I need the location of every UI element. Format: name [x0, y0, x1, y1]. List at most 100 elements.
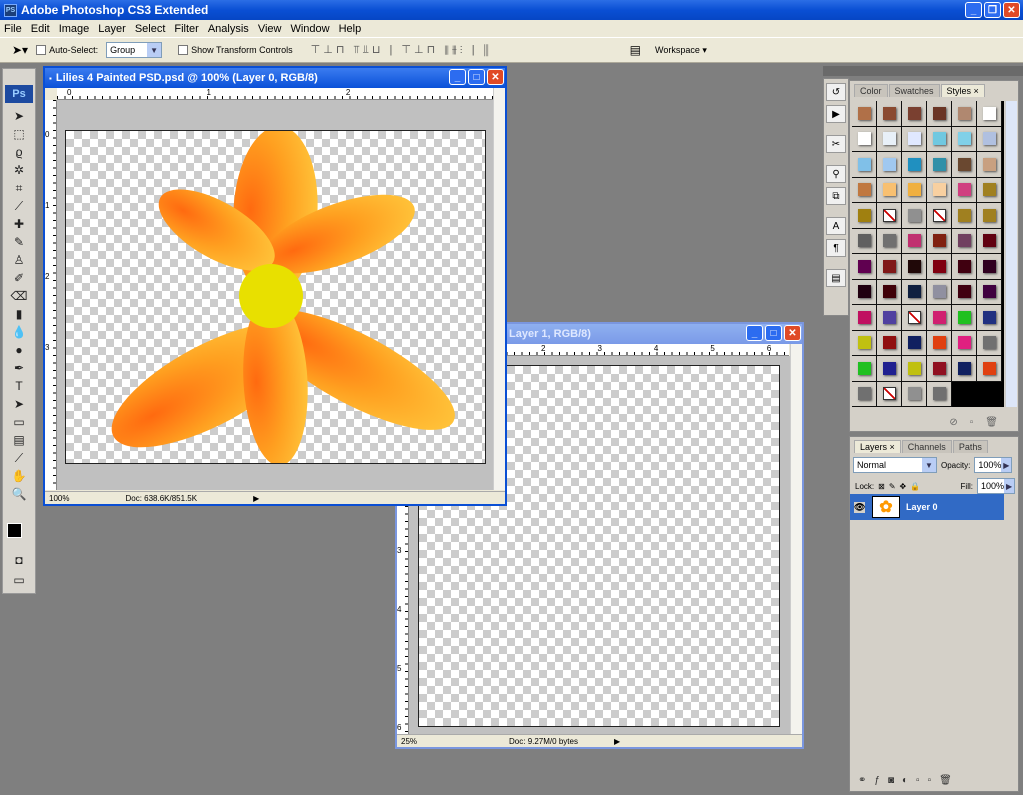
- style-swatch[interactable]: [952, 203, 977, 229]
- maximize-button[interactable]: □: [468, 69, 485, 85]
- style-swatch[interactable]: [977, 101, 1002, 127]
- style-swatch[interactable]: [927, 279, 952, 305]
- dodge-tool-icon[interactable]: ●: [4, 341, 34, 359]
- pen-tool-icon[interactable]: ✒: [4, 359, 34, 377]
- vertical-scrollbar[interactable]: [790, 344, 802, 736]
- styles-scrollbar[interactable]: [1005, 101, 1017, 407]
- zoom-tool-icon[interactable]: 🔍: [4, 485, 34, 503]
- style-swatch[interactable]: [852, 101, 877, 127]
- minimize-button[interactable]: _: [746, 325, 763, 341]
- zoom-level[interactable]: 25%: [401, 737, 417, 746]
- style-swatch[interactable]: [952, 101, 977, 127]
- minimize-button[interactable]: _: [965, 2, 982, 18]
- menu-help[interactable]: Help: [339, 23, 362, 35]
- vertical-ruler[interactable]: 0123: [45, 100, 57, 490]
- style-swatch[interactable]: [977, 203, 1002, 229]
- style-swatch[interactable]: [877, 101, 902, 127]
- style-swatch[interactable]: [877, 305, 902, 331]
- style-swatch[interactable]: [977, 152, 1002, 178]
- lock-transparency-icon[interactable]: ⊠: [878, 482, 885, 491]
- tab-paths[interactable]: Paths: [952, 440, 988, 453]
- align-icons[interactable]: ⊤⊥⊓ ⫪⫫⊔ | ⊤⊥⊓ ⫴⫵⫶ | ⫼: [311, 43, 492, 57]
- menu-layer[interactable]: Layer: [98, 23, 126, 35]
- style-swatch[interactable]: [852, 126, 877, 152]
- style-swatch[interactable]: [977, 126, 1002, 152]
- style-swatch[interactable]: [952, 177, 977, 203]
- marquee-tool-icon[interactable]: ⬚: [4, 125, 34, 143]
- style-swatch[interactable]: [952, 305, 977, 331]
- style-swatch[interactable]: [852, 356, 877, 382]
- style-swatch[interactable]: [877, 203, 902, 229]
- style-swatch[interactable]: [927, 330, 952, 356]
- style-swatch[interactable]: [902, 254, 927, 280]
- close-button[interactable]: ✕: [487, 69, 504, 85]
- opacity-input[interactable]: 100% ▶: [974, 457, 1013, 473]
- style-swatch[interactable]: [977, 254, 1002, 280]
- gradient-tool-icon[interactable]: ▮: [4, 305, 34, 323]
- style-swatch[interactable]: [927, 228, 952, 254]
- document-window-1[interactable]: ▪ Lilies 4 Painted PSD.psd @ 100% (Layer …: [43, 66, 507, 506]
- style-swatch[interactable]: [877, 356, 902, 382]
- slice-tool-icon[interactable]: ⟋: [4, 197, 34, 215]
- history-icon[interactable]: ↺: [826, 83, 846, 101]
- style-swatch[interactable]: [852, 381, 877, 407]
- move-tool-preset-icon[interactable]: ➤▾: [12, 43, 28, 57]
- style-swatch[interactable]: [977, 279, 1002, 305]
- canvas[interactable]: [65, 130, 486, 464]
- style-swatch[interactable]: [952, 254, 977, 280]
- style-swatch[interactable]: [952, 356, 977, 382]
- show-transform-checkbox[interactable]: Show Transform Controls: [178, 45, 293, 56]
- layers-footer-icons[interactable]: ⚭ƒ◙◐▫▫🗑: [858, 775, 960, 786]
- style-swatch[interactable]: [877, 279, 902, 305]
- tab-swatches[interactable]: Swatches: [888, 84, 940, 97]
- style-swatch[interactable]: [977, 356, 1002, 382]
- lock-position-icon[interactable]: ✥: [900, 482, 907, 491]
- close-button[interactable]: ✕: [784, 325, 801, 341]
- blend-mode-dropdown[interactable]: Normal ▼: [853, 457, 937, 473]
- zoom-level[interactable]: 100%: [49, 494, 69, 503]
- style-swatch[interactable]: [852, 279, 877, 305]
- style-swatch[interactable]: [927, 305, 952, 331]
- style-swatch[interactable]: [927, 152, 952, 178]
- style-swatch[interactable]: [952, 126, 977, 152]
- style-swatch[interactable]: [977, 228, 1002, 254]
- style-swatch[interactable]: [877, 330, 902, 356]
- style-swatch[interactable]: [877, 381, 902, 407]
- style-swatch[interactable]: [952, 152, 977, 178]
- style-swatch[interactable]: [902, 356, 927, 382]
- lock-all-icon[interactable]: 🔒: [910, 482, 920, 491]
- style-swatch[interactable]: [877, 126, 902, 152]
- status-menu-arrow[interactable]: ▶: [614, 737, 620, 746]
- style-swatch[interactable]: [877, 177, 902, 203]
- style-swatch[interactable]: [902, 203, 927, 229]
- style-swatch[interactable]: [902, 330, 927, 356]
- tab-layers[interactable]: Layers ×: [854, 440, 901, 453]
- quick-mask-icon[interactable]: ◘: [4, 551, 34, 569]
- style-swatch[interactable]: [927, 101, 952, 127]
- menu-image[interactable]: Image: [59, 23, 90, 35]
- style-swatch[interactable]: [927, 381, 952, 407]
- document-title-bar[interactable]: ▪ Lilies 4 Painted PSD.psd @ 100% (Layer …: [45, 68, 505, 88]
- character-icon[interactable]: A: [826, 217, 846, 235]
- tab-color[interactable]: Color: [854, 84, 888, 97]
- style-swatch[interactable]: [902, 101, 927, 127]
- screen-mode-icon[interactable]: ▭: [4, 571, 34, 589]
- style-swatch[interactable]: [902, 228, 927, 254]
- healing-tool-icon[interactable]: ✚: [4, 215, 34, 233]
- style-swatch[interactable]: [927, 356, 952, 382]
- clone-stamp-tool-icon[interactable]: ♙: [4, 251, 34, 269]
- minimize-button[interactable]: _: [449, 69, 466, 85]
- restore-button[interactable]: ❐: [984, 2, 1001, 18]
- style-swatch[interactable]: [927, 126, 952, 152]
- close-button[interactable]: ✕: [1003, 2, 1020, 18]
- lock-image-icon[interactable]: ✎: [889, 482, 896, 491]
- style-swatch[interactable]: [902, 305, 927, 331]
- move-tool-icon[interactable]: ➤: [4, 107, 34, 125]
- history-brush-tool-icon[interactable]: ✐: [4, 269, 34, 287]
- style-swatch[interactable]: [952, 330, 977, 356]
- actions-icon[interactable]: ▶: [826, 105, 846, 123]
- visibility-eye-icon[interactable]: 👁: [854, 501, 866, 513]
- auto-select-dropdown[interactable]: Group ▼: [106, 42, 163, 58]
- blur-tool-icon[interactable]: 💧: [4, 323, 34, 341]
- palette-well-icon[interactable]: ▤: [630, 43, 641, 57]
